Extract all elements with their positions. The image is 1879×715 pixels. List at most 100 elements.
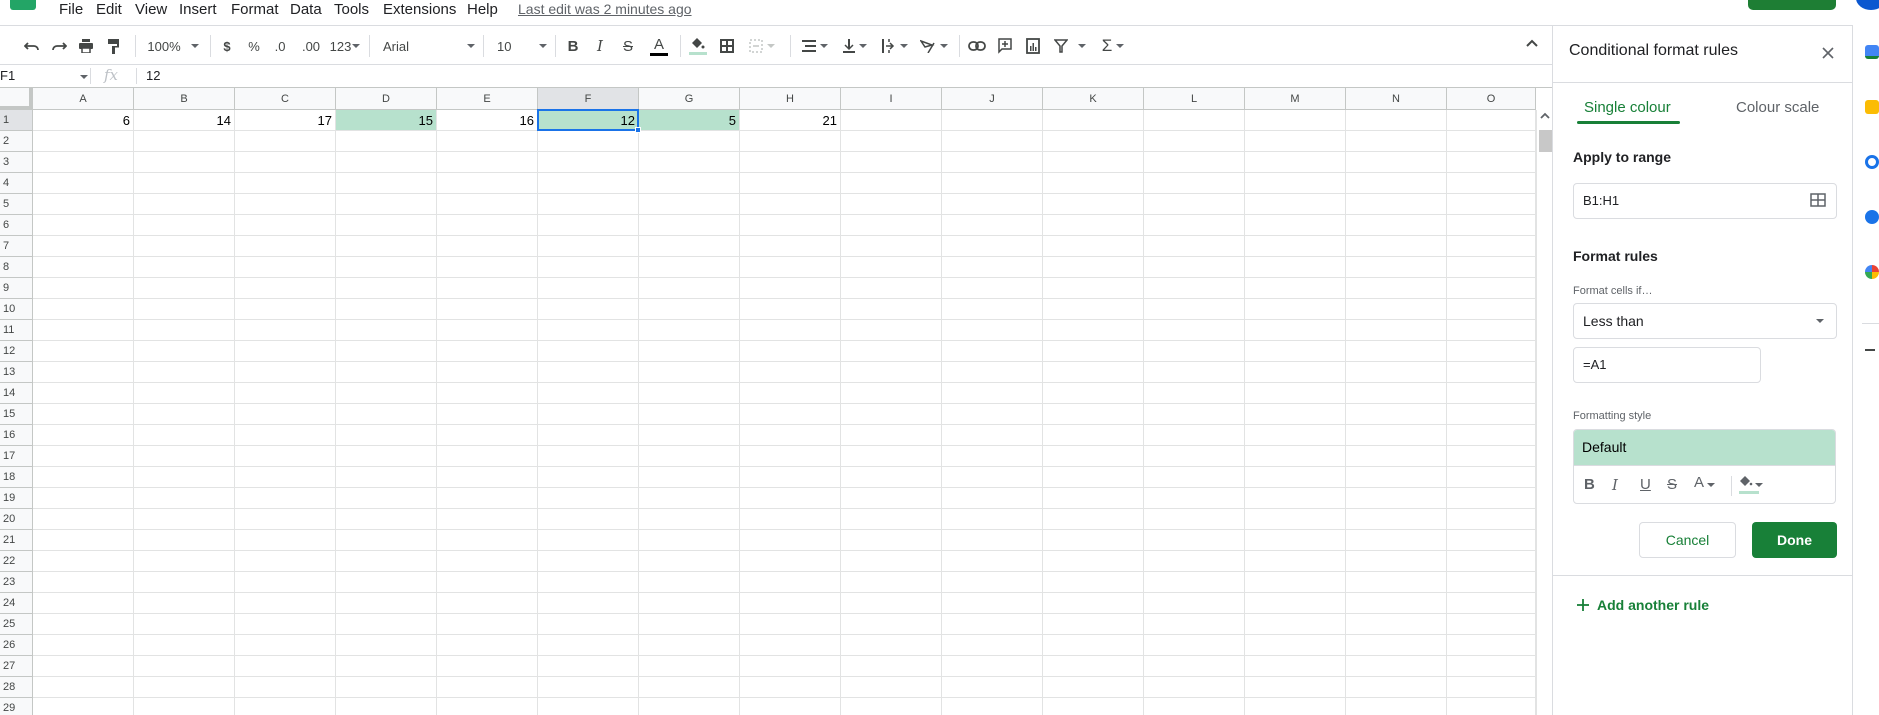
cell-b7[interactable]: [134, 236, 235, 257]
cell-e5[interactable]: [437, 194, 538, 215]
cell-h18[interactable]: [740, 467, 841, 488]
cell-m26[interactable]: [1245, 635, 1346, 656]
cell-n16[interactable]: [1346, 425, 1447, 446]
cell-j5[interactable]: [942, 194, 1043, 215]
name-box[interactable]: F1: [0, 65, 88, 87]
cell-a16[interactable]: [33, 425, 134, 446]
row-header-16[interactable]: 16: [0, 425, 33, 446]
filter-icon[interactable]: [1052, 35, 1088, 57]
cell-m9[interactable]: [1245, 278, 1346, 299]
cell-l28[interactable]: [1144, 677, 1245, 698]
cell-d23[interactable]: [336, 572, 437, 593]
cell-m3[interactable]: [1245, 152, 1346, 173]
cell-k13[interactable]: [1043, 362, 1144, 383]
cell-h11[interactable]: [740, 320, 841, 341]
cell-e27[interactable]: [437, 656, 538, 677]
cell-h24[interactable]: [740, 593, 841, 614]
cell-o16[interactable]: [1447, 425, 1536, 446]
cell-o15[interactable]: [1447, 404, 1536, 425]
cell-i26[interactable]: [841, 635, 942, 656]
cell-l4[interactable]: [1144, 173, 1245, 194]
keep-icon[interactable]: [1865, 100, 1879, 114]
cell-c12[interactable]: [235, 341, 336, 362]
condition-value-input[interactable]: =A1: [1573, 347, 1761, 383]
cell-c15[interactable]: [235, 404, 336, 425]
cell-f2[interactable]: [538, 131, 639, 152]
cell-b17[interactable]: [134, 446, 235, 467]
cell-a19[interactable]: [33, 488, 134, 509]
merge-cells-icon[interactable]: [745, 35, 779, 57]
cell-f27[interactable]: [538, 656, 639, 677]
cell-k1[interactable]: [1043, 110, 1144, 131]
cell-l20[interactable]: [1144, 509, 1245, 530]
cell-h10[interactable]: [740, 299, 841, 320]
cell-h21[interactable]: [740, 530, 841, 551]
cell-e23[interactable]: [437, 572, 538, 593]
cell-l26[interactable]: [1144, 635, 1245, 656]
cell-f5[interactable]: [538, 194, 639, 215]
cell-j23[interactable]: [942, 572, 1043, 593]
cell-k21[interactable]: [1043, 530, 1144, 551]
cell-k11[interactable]: [1043, 320, 1144, 341]
text-color-button[interactable]: A: [648, 35, 670, 57]
cell-i5[interactable]: [841, 194, 942, 215]
cell-e13[interactable]: [437, 362, 538, 383]
cell-n13[interactable]: [1346, 362, 1447, 383]
cell-c4[interactable]: [235, 173, 336, 194]
menu-data[interactable]: Data: [290, 1, 322, 18]
cell-m5[interactable]: [1245, 194, 1346, 215]
cell-c5[interactable]: [235, 194, 336, 215]
row-header-9[interactable]: 9: [0, 278, 33, 299]
cell-n12[interactable]: [1346, 341, 1447, 362]
cell-j9[interactable]: [942, 278, 1043, 299]
cell-i2[interactable]: [841, 131, 942, 152]
row-header-2[interactable]: 2: [0, 131, 33, 152]
cell-o18[interactable]: [1447, 467, 1536, 488]
cell-m12[interactable]: [1245, 341, 1346, 362]
cell-b10[interactable]: [134, 299, 235, 320]
cell-k29[interactable]: [1043, 698, 1144, 715]
menu-format[interactable]: Format: [231, 1, 279, 18]
cell-g12[interactable]: [639, 341, 740, 362]
column-header-i[interactable]: I: [841, 88, 942, 110]
cell-j2[interactable]: [942, 131, 1043, 152]
cell-i7[interactable]: [841, 236, 942, 257]
cell-n7[interactable]: [1346, 236, 1447, 257]
cell-e29[interactable]: [437, 698, 538, 715]
cell-g15[interactable]: [639, 404, 740, 425]
cell-e21[interactable]: [437, 530, 538, 551]
cell-i28[interactable]: [841, 677, 942, 698]
cell-a15[interactable]: [33, 404, 134, 425]
cell-d22[interactable]: [336, 551, 437, 572]
search-icon[interactable]: [1714, 0, 1724, 4]
cell-k12[interactable]: [1043, 341, 1144, 362]
cell-c1[interactable]: 17: [235, 110, 336, 131]
cell-j21[interactable]: [942, 530, 1043, 551]
cell-n11[interactable]: [1346, 320, 1447, 341]
cell-o28[interactable]: [1447, 677, 1536, 698]
cell-m23[interactable]: [1245, 572, 1346, 593]
cell-h16[interactable]: [740, 425, 841, 446]
cell-f29[interactable]: [538, 698, 639, 715]
cell-b29[interactable]: [134, 698, 235, 715]
cell-b22[interactable]: [134, 551, 235, 572]
cell-i21[interactable]: [841, 530, 942, 551]
column-header-g[interactable]: G: [639, 88, 740, 110]
cell-l13[interactable]: [1144, 362, 1245, 383]
cell-m22[interactable]: [1245, 551, 1346, 572]
cell-l19[interactable]: [1144, 488, 1245, 509]
cell-l11[interactable]: [1144, 320, 1245, 341]
menu-view[interactable]: View: [135, 1, 167, 18]
range-input[interactable]: B1:H1: [1573, 183, 1837, 219]
done-button[interactable]: Done: [1752, 522, 1837, 558]
cell-l18[interactable]: [1144, 467, 1245, 488]
cell-l2[interactable]: [1144, 131, 1245, 152]
cell-c2[interactable]: [235, 131, 336, 152]
cell-k6[interactable]: [1043, 215, 1144, 236]
cell-b11[interactable]: [134, 320, 235, 341]
cell-m4[interactable]: [1245, 173, 1346, 194]
cell-j10[interactable]: [942, 299, 1043, 320]
cell-l21[interactable]: [1144, 530, 1245, 551]
cell-b14[interactable]: [134, 383, 235, 404]
cell-o20[interactable]: [1447, 509, 1536, 530]
